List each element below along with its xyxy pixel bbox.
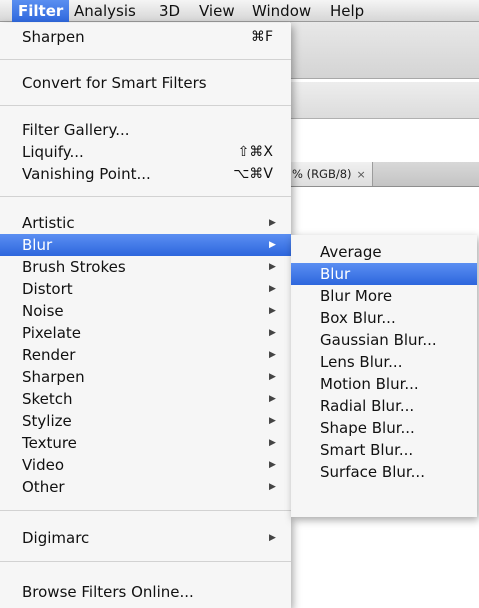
- submenu-item-smart-blur[interactable]: Smart Blur...: [291, 439, 477, 461]
- menu-item-label: Convert for Smart Filters: [22, 74, 207, 92]
- submenu-item-label: Lens Blur...: [320, 353, 403, 371]
- shortcut-label: ⇧⌘X: [237, 144, 273, 160]
- menu-item-last-filter[interactable]: Sharpen ⌘F: [0, 26, 291, 48]
- submenu-item-shape-blur[interactable]: Shape Blur...: [291, 417, 477, 439]
- document-tab-strip: % (RGB/8) ×: [290, 162, 479, 187]
- submenu-item-label: Average: [320, 243, 382, 261]
- menubar-item-3d[interactable]: 3D: [159, 0, 180, 22]
- submenu-item-label: Box Blur...: [320, 309, 396, 327]
- menu-item-label: Other: [22, 478, 65, 496]
- menu-item-filter-gallery[interactable]: Filter Gallery...: [0, 119, 291, 141]
- menu-item-label: Sharpen: [22, 368, 85, 386]
- submenu-item-radial-blur[interactable]: Radial Blur...: [291, 395, 477, 417]
- close-icon[interactable]: ×: [357, 168, 366, 181]
- menu-item-blur[interactable]: Blur ▶: [0, 234, 291, 256]
- menu-separator: [0, 196, 291, 197]
- submenu-arrow-icon: ▶: [269, 262, 276, 272]
- submenu-item-gaussian-blur[interactable]: Gaussian Blur...: [291, 329, 477, 351]
- submenu-arrow-icon: ▶: [269, 394, 276, 404]
- submenu-arrow-icon: ▶: [269, 438, 276, 448]
- shortcut-label: ⌘F: [250, 29, 273, 45]
- menu-item-other[interactable]: Other ▶: [0, 476, 291, 498]
- submenu-item-average[interactable]: Average: [291, 241, 477, 263]
- menu-item-sketch[interactable]: Sketch ▶: [0, 388, 291, 410]
- filter-menu: Sharpen ⌘F Convert for Smart Filters Fil…: [0, 23, 291, 608]
- menu-item-distort[interactable]: Distort ▶: [0, 278, 291, 300]
- submenu-arrow-icon: ▶: [269, 328, 276, 338]
- menu-item-texture[interactable]: Texture ▶: [0, 432, 291, 454]
- menubar-item-help[interactable]: Help: [330, 0, 364, 22]
- submenu-item-lens-blur[interactable]: Lens Blur...: [291, 351, 477, 373]
- menu-bar: Filter Analysis 3D View Window Help: [0, 0, 479, 22]
- menu-item-label: Filter Gallery...: [22, 121, 130, 139]
- menubar-item-view[interactable]: View: [199, 0, 235, 22]
- menubar-item-analysis[interactable]: Analysis: [74, 0, 136, 22]
- menu-item-noise[interactable]: Noise ▶: [0, 300, 291, 322]
- menu-item-render[interactable]: Render ▶: [0, 344, 291, 366]
- menu-item-label: Video: [22, 456, 65, 474]
- application-bar: [290, 82, 479, 119]
- shortcut-label: ⌥⌘V: [233, 166, 273, 182]
- submenu-item-label: Radial Blur...: [320, 397, 415, 415]
- submenu-item-label: Blur More: [320, 287, 393, 305]
- submenu-item-label: Gaussian Blur...: [320, 331, 437, 349]
- menu-item-brush-strokes[interactable]: Brush Strokes ▶: [0, 256, 291, 278]
- submenu-arrow-icon: ▶: [269, 240, 276, 250]
- blur-submenu: Average Blur Blur More Box Blur... Gauss…: [291, 235, 477, 517]
- options-bar: [290, 22, 479, 79]
- document-tab-label: % (RGB/8): [292, 167, 352, 181]
- menubar-item-filter[interactable]: Filter: [12, 0, 70, 22]
- menu-item-label: Vanishing Point...: [22, 165, 151, 183]
- menu-item-label: Liquify...: [22, 143, 84, 161]
- document-tab[interactable]: % (RGB/8) ×: [290, 162, 373, 186]
- menu-item-artistic[interactable]: Artistic ▶: [0, 212, 291, 234]
- submenu-arrow-icon: ▶: [269, 460, 276, 470]
- menubar-item-window[interactable]: Window: [252, 0, 311, 22]
- menu-item-label: Brush Strokes: [22, 258, 126, 276]
- submenu-arrow-icon: ▶: [269, 482, 276, 492]
- submenu-item-box-blur[interactable]: Box Blur...: [291, 307, 477, 329]
- menu-separator: [0, 105, 291, 106]
- submenu-arrow-icon: ▶: [269, 306, 276, 316]
- menu-item-liquify[interactable]: Liquify... ⇧⌘X: [0, 141, 291, 163]
- menu-item-label: Texture: [22, 434, 77, 452]
- menu-item-label: Digimarc: [22, 529, 90, 547]
- submenu-item-surface-blur[interactable]: Surface Blur...: [291, 461, 477, 483]
- menu-item-label: Artistic: [22, 214, 75, 232]
- menu-item-digimarc[interactable]: Digimarc ▶: [0, 527, 291, 549]
- submenu-arrow-icon: ▶: [269, 416, 276, 426]
- menu-item-vanishing-point[interactable]: Vanishing Point... ⌥⌘V: [0, 163, 291, 185]
- menu-item-label: Distort: [22, 280, 73, 298]
- submenu-item-label: Shape Blur...: [320, 419, 415, 437]
- menu-item-label: Browse Filters Online...: [22, 583, 194, 601]
- menu-separator: [0, 510, 291, 511]
- submenu-item-label: Motion Blur...: [320, 375, 419, 393]
- submenu-arrow-icon: ▶: [269, 533, 276, 543]
- submenu-item-label: Blur: [320, 265, 351, 283]
- menu-item-label: Pixelate: [22, 324, 81, 342]
- menu-item-stylize[interactable]: Stylize ▶: [0, 410, 291, 432]
- submenu-arrow-icon: ▶: [269, 350, 276, 360]
- menu-item-convert-for-smart-filters[interactable]: Convert for Smart Filters: [0, 72, 291, 94]
- menu-item-label: Sketch: [22, 390, 73, 408]
- menu-item-label: Sharpen: [22, 28, 85, 46]
- submenu-arrow-icon: ▶: [269, 372, 276, 382]
- submenu-item-label: Smart Blur...: [320, 441, 414, 459]
- menu-separator: [0, 59, 291, 60]
- menu-item-video[interactable]: Video ▶: [0, 454, 291, 476]
- menu-separator: [0, 561, 291, 562]
- submenu-item-motion-blur[interactable]: Motion Blur...: [291, 373, 477, 395]
- menu-item-label: Render: [22, 346, 76, 364]
- menu-item-browse-filters-online[interactable]: Browse Filters Online...: [0, 581, 291, 603]
- menu-item-sharpen[interactable]: Sharpen ▶: [0, 366, 291, 388]
- submenu-arrow-icon: ▶: [269, 284, 276, 294]
- submenu-item-blur[interactable]: Blur: [291, 263, 477, 285]
- menu-item-label: Blur: [22, 236, 53, 254]
- submenu-arrow-icon: ▶: [269, 218, 276, 228]
- submenu-item-label: Surface Blur...: [320, 463, 425, 481]
- menu-item-pixelate[interactable]: Pixelate ▶: [0, 322, 291, 344]
- submenu-item-blur-more[interactable]: Blur More: [291, 285, 477, 307]
- menu-item-label: Noise: [22, 302, 64, 320]
- menu-item-label: Stylize: [22, 412, 72, 430]
